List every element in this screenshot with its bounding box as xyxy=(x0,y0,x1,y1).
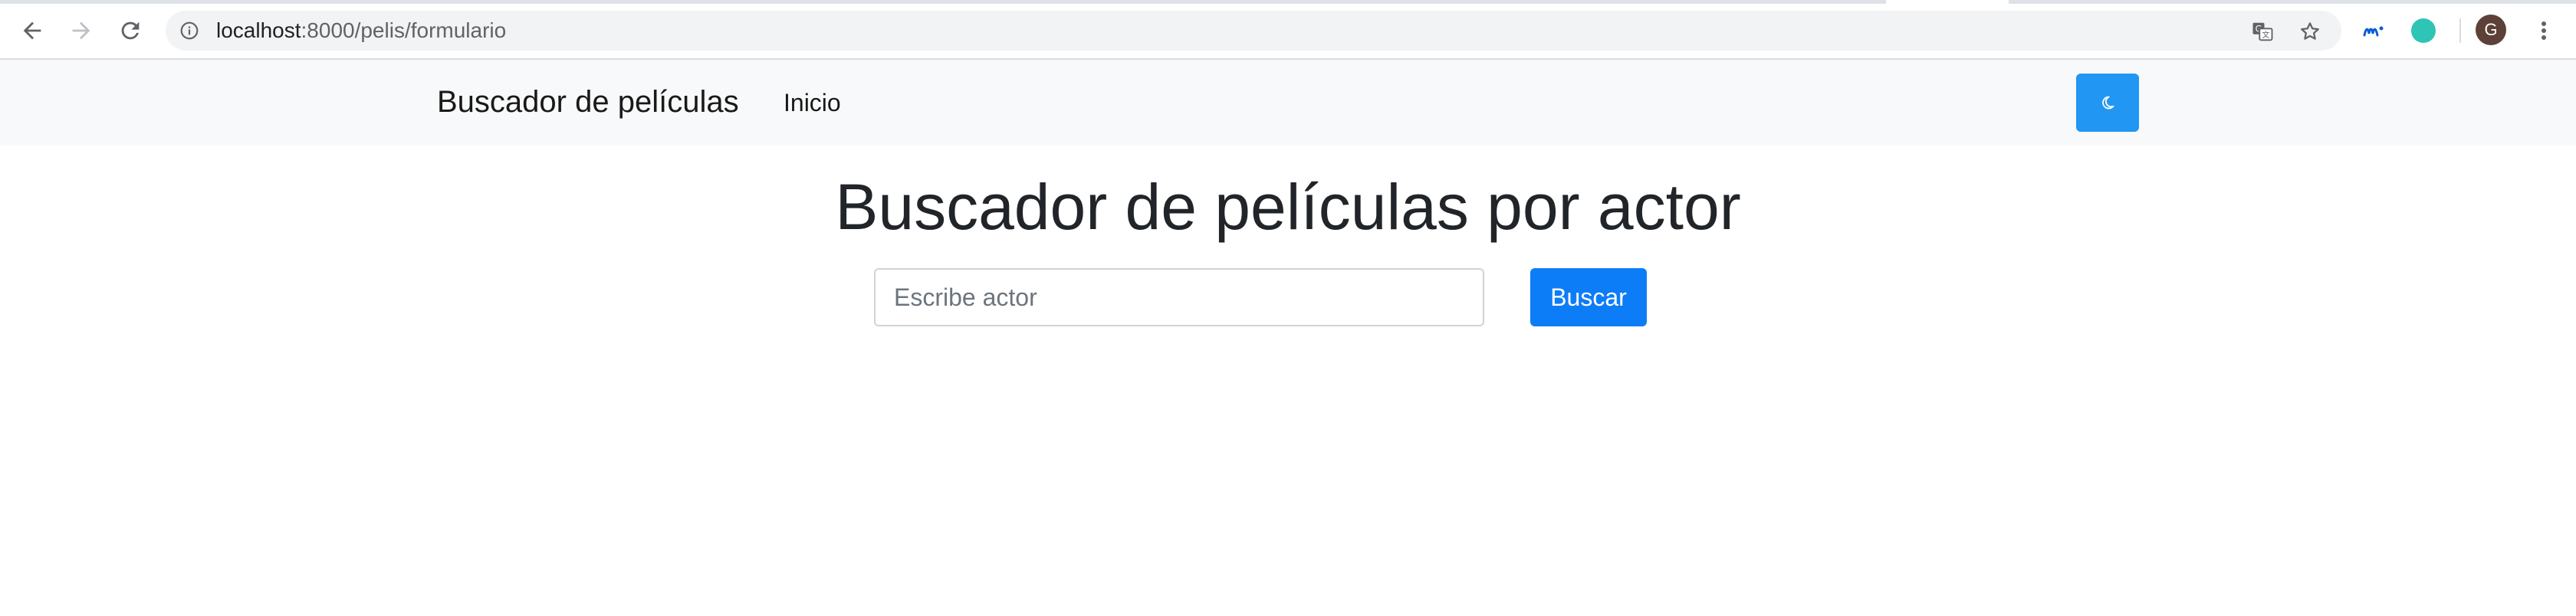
back-button[interactable] xyxy=(15,14,49,48)
tab-strip-edge-right xyxy=(2009,0,2576,4)
toolbar-divider xyxy=(2459,18,2461,43)
url-path: :8000/pelis/formulario xyxy=(301,18,507,42)
tab-strip-edge xyxy=(0,0,1886,4)
page-title: Buscador de películas por actor xyxy=(835,171,1741,243)
url-host: localhost xyxy=(216,18,301,42)
address-bar[interactable]: localhost:8000/pelis/formulario G 文 xyxy=(166,11,2341,51)
moon-icon xyxy=(2102,96,2114,110)
back-arrow-icon xyxy=(23,21,41,40)
theme-toggle-button[interactable] xyxy=(2076,74,2139,132)
url-text[interactable]: localhost:8000/pelis/formulario xyxy=(216,18,506,43)
forward-arrow-icon xyxy=(72,21,90,40)
star-icon[interactable] xyxy=(2298,20,2321,43)
browser-toolbar: localhost:8000/pelis/formulario G 文 G xyxy=(0,0,2576,60)
teal-circle-icon[interactable] xyxy=(2410,17,2437,44)
reload-icon xyxy=(121,21,140,40)
kebab-menu-icon[interactable] xyxy=(2530,17,2558,44)
site-navbar: Buscador de películas Inicio xyxy=(0,60,2576,146)
search-input[interactable] xyxy=(874,268,1484,326)
info-icon[interactable] xyxy=(179,21,199,41)
search-button[interactable]: Buscar xyxy=(1530,268,1647,326)
translate-icon[interactable]: G 文 xyxy=(2251,20,2274,43)
forward-button[interactable] xyxy=(64,14,98,48)
avatar[interactable]: G xyxy=(2476,15,2506,45)
reload-button[interactable] xyxy=(113,14,147,48)
nav-link-inicio[interactable]: Inicio xyxy=(784,86,841,120)
svg-text:文: 文 xyxy=(2262,30,2269,40)
navbar-brand[interactable]: Buscador de películas xyxy=(437,83,739,121)
movistar-icon[interactable] xyxy=(2360,17,2387,44)
